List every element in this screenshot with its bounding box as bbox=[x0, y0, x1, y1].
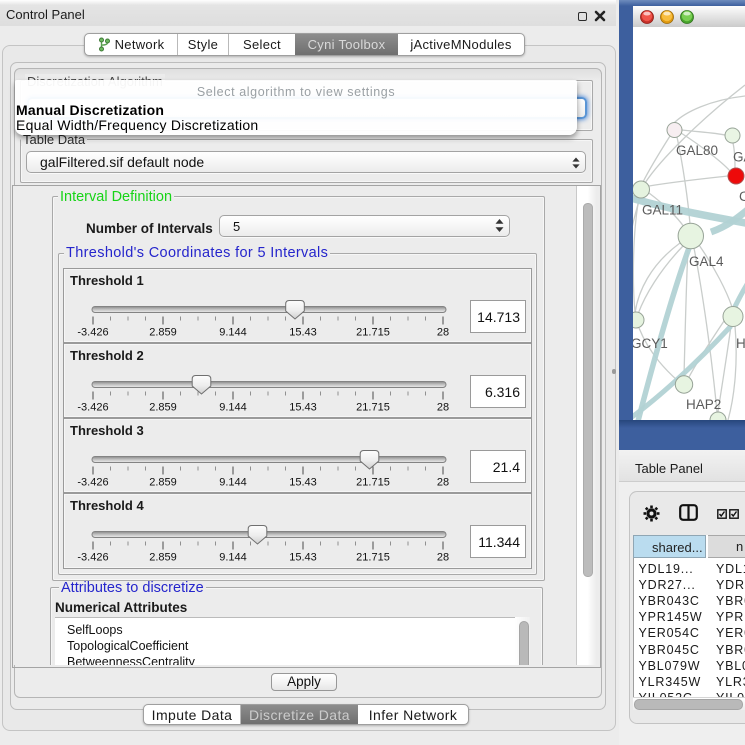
svg-text:C: C bbox=[739, 189, 745, 204]
svg-text:-3.426: -3.426 bbox=[77, 402, 108, 414]
svg-text:15.43: 15.43 bbox=[289, 477, 317, 489]
svg-text:28: 28 bbox=[437, 477, 449, 489]
svg-text:GCY1: GCY1 bbox=[633, 336, 668, 351]
svg-text:2.859: 2.859 bbox=[149, 477, 177, 489]
svg-text:21.715: 21.715 bbox=[356, 477, 390, 489]
svg-text:9.144: 9.144 bbox=[219, 477, 247, 489]
svg-text:28: 28 bbox=[437, 552, 449, 564]
svg-text:9.144: 9.144 bbox=[219, 402, 247, 414]
svg-text:H: H bbox=[736, 336, 745, 351]
svg-text:28: 28 bbox=[437, 402, 449, 414]
svg-text:9.144: 9.144 bbox=[219, 552, 247, 564]
svg-text:-3.426: -3.426 bbox=[77, 327, 108, 339]
svg-text:2.859: 2.859 bbox=[149, 327, 177, 339]
svg-text:9.144: 9.144 bbox=[219, 327, 247, 339]
svg-text:GA: GA bbox=[733, 150, 745, 165]
svg-text:15.43: 15.43 bbox=[289, 552, 317, 564]
svg-text:21.715: 21.715 bbox=[356, 402, 390, 414]
svg-text:15.43: 15.43 bbox=[289, 402, 317, 414]
svg-text:-3.426: -3.426 bbox=[77, 552, 108, 564]
svg-text:GAL80: GAL80 bbox=[676, 143, 718, 158]
svg-text:GAL11: GAL11 bbox=[642, 203, 683, 218]
svg-text:2.859: 2.859 bbox=[149, 552, 177, 564]
svg-text:2.859: 2.859 bbox=[149, 402, 177, 414]
svg-text:-3.426: -3.426 bbox=[77, 477, 108, 489]
svg-text:HAP2: HAP2 bbox=[686, 397, 721, 412]
svg-text:28: 28 bbox=[437, 327, 449, 339]
svg-text:21.715: 21.715 bbox=[356, 327, 390, 339]
svg-text:15.43: 15.43 bbox=[289, 327, 317, 339]
svg-text:GAL4: GAL4 bbox=[689, 254, 724, 269]
svg-text:21.715: 21.715 bbox=[356, 552, 390, 564]
